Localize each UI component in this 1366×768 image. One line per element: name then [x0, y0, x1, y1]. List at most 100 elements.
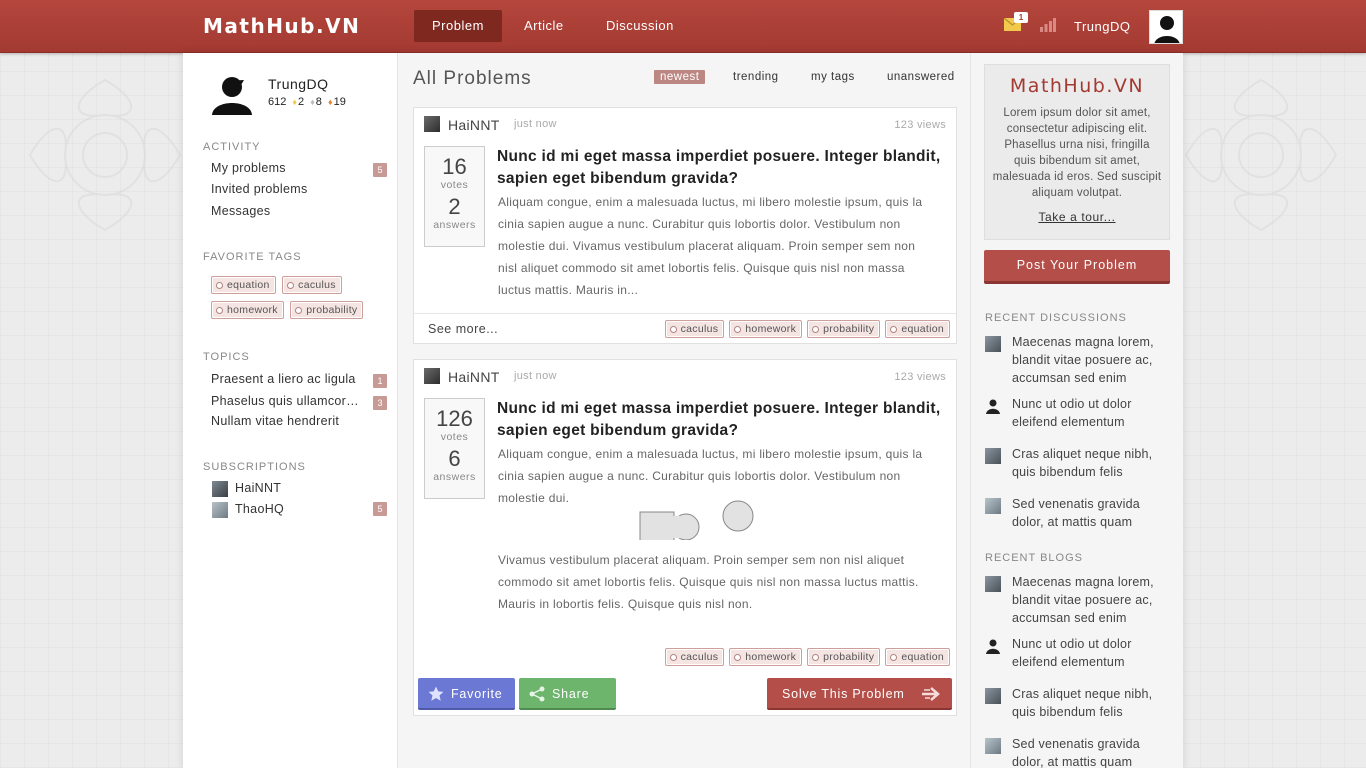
tag-list: caculus homework probability equation — [664, 648, 950, 666]
topic-item[interactable]: Praesent a liero ac ligula — [211, 372, 361, 386]
view-count: 123 views — [894, 371, 946, 383]
gold-badge-icon: ♦ — [292, 97, 298, 107]
activity-title: ACTIVITY — [203, 141, 261, 153]
filter-newest[interactable]: newest — [654, 70, 706, 84]
activity-messages[interactable]: Messages — [211, 204, 361, 218]
favorite-tags-title: FAVORITE TAGS — [203, 251, 302, 263]
problem-title[interactable]: Nunc id mi eget massa imperdiet posuere.… — [497, 146, 942, 190]
profile-name[interactable]: TrungDQ — [268, 76, 329, 92]
author-name[interactable]: HaiNNT — [448, 369, 500, 385]
tag-equation[interactable]: equation — [885, 320, 950, 338]
topic-item[interactable]: Phaselus quis ullamcorper — [211, 394, 361, 408]
tag-homework[interactable]: homework — [211, 301, 284, 319]
tag-label: probability — [306, 304, 358, 316]
profile-avatar[interactable] — [210, 71, 254, 115]
tag-dot-icon — [890, 654, 898, 661]
discussion-link[interactable]: Sed venenatis gravida dolor, at mattis q… — [1012, 495, 1172, 531]
user-avatar[interactable] — [1149, 10, 1183, 44]
vote-box: 126 votes 6 answers — [424, 398, 485, 499]
thumbnail — [985, 498, 1001, 514]
problem-excerpt-continued: Vivamus vestibulum placerat aliquam. Pro… — [498, 553, 919, 611]
subscription-avatar[interactable] — [212, 502, 228, 518]
problem-feed: All Problems newest trending my tags una… — [398, 53, 971, 768]
problem-card: HaiNNT just now 123 views 16 votes 2 ans… — [413, 107, 957, 344]
current-user-name[interactable]: TrungDQ — [1074, 19, 1130, 34]
subscription-hainnt[interactable]: HaiNNT — [235, 481, 281, 495]
tag-label: equation — [901, 323, 944, 335]
topic-item[interactable]: Nullam vitae hendrerit — [211, 414, 361, 428]
promo-box: MathHub.VN Lorem ipsum dolor sit amet, c… — [984, 64, 1170, 240]
top-navbar: MathHub.VN Problem Article Discussion 1 … — [0, 0, 1366, 53]
tag-dot-icon — [812, 326, 820, 333]
right-sidebar: MathHub.VN Lorem ipsum dolor sit amet, c… — [971, 53, 1183, 768]
author-avatar[interactable] — [424, 116, 440, 132]
subscription-thaohq[interactable]: ThaoHQ — [235, 502, 284, 516]
topics-title: TOPICS — [203, 351, 250, 363]
share-label: Share — [552, 687, 590, 701]
count-badge: 5 — [373, 163, 387, 177]
stats-icon[interactable] — [1040, 18, 1056, 32]
author-name[interactable]: HaiNNT — [448, 117, 500, 133]
tag-caculus[interactable]: caculus — [664, 320, 725, 338]
tag-caculus[interactable]: caculus — [664, 648, 725, 666]
thumbnail — [985, 336, 1001, 352]
problem-title[interactable]: Nunc id mi eget massa imperdiet posuere.… — [497, 398, 942, 442]
author-avatar[interactable] — [424, 368, 440, 384]
site-logo[interactable]: MathHub.VN — [203, 14, 360, 38]
nav-tab-article[interactable]: Article — [506, 10, 582, 42]
see-more-link[interactable]: See more... — [428, 322, 498, 336]
tag-label: probability — [823, 323, 875, 335]
discussion-link[interactable]: Cras aliquet neque nibh, quis bibendum f… — [1012, 445, 1172, 481]
tag-probability[interactable]: probability — [290, 301, 364, 319]
tag-homework[interactable]: homework — [729, 320, 803, 338]
filter-unanswered[interactable]: unanswered — [881, 70, 961, 84]
discussion-link[interactable]: Maecenas magna lorem, blandit vitae posu… — [1012, 333, 1172, 387]
reputation: 612 — [268, 96, 287, 108]
blog-link[interactable]: Cras aliquet neque nibh, quis bibendum f… — [1012, 685, 1172, 721]
blog-link[interactable]: Nunc ut odio ut dolor eleifend elementum — [1012, 635, 1172, 671]
solve-problem-button[interactable]: Solve This Problem — [767, 678, 952, 710]
nav-tab-discussion[interactable]: Discussion — [588, 10, 692, 42]
tag-caculus[interactable]: caculus — [282, 276, 342, 294]
solve-label: Solve This Problem — [782, 687, 905, 701]
activity-my-problems[interactable]: My problems — [211, 161, 361, 175]
tag-dot-icon — [287, 282, 295, 289]
thumbnail — [985, 448, 1001, 464]
tag-homework[interactable]: homework — [729, 648, 803, 666]
tag-label: equation — [901, 651, 944, 663]
favorite-button[interactable]: Favorite — [418, 678, 515, 710]
recent-blogs-title: RECENT BLOGS — [985, 552, 1083, 564]
tag-equation[interactable]: equation — [211, 276, 276, 294]
ornament-decoration — [1184, 78, 1338, 232]
filter-my-tags[interactable]: my tags — [805, 70, 861, 84]
tag-equation[interactable]: equation — [885, 648, 950, 666]
promo-text: Lorem ipsum dolor sit amet, consectetur … — [992, 107, 1162, 199]
discussion-link[interactable]: Nunc ut odio ut dolor eleifend elementum — [1012, 395, 1172, 431]
problem-card: HaiNNT just now 123 views 126 votes 6 an… — [413, 359, 957, 716]
nav-tab-problem[interactable]: Problem — [414, 10, 502, 42]
activity-invited-problems[interactable]: Invited problems — [211, 182, 361, 196]
thumbnail — [985, 688, 1001, 704]
tag-label: caculus — [680, 323, 719, 335]
share-button[interactable]: Share — [519, 678, 616, 710]
tag-dot-icon — [890, 326, 898, 333]
tag-probability[interactable]: probability — [807, 320, 881, 338]
share-icon — [529, 686, 545, 702]
view-count: 123 views — [894, 119, 946, 131]
gold-count: 2 — [298, 96, 305, 108]
subscription-avatar[interactable] — [212, 481, 228, 497]
filter-trending[interactable]: trending — [727, 70, 785, 84]
tag-probability[interactable]: probability — [807, 648, 881, 666]
take-tour-link[interactable]: Take a tour... — [1038, 210, 1115, 224]
silver-count: 8 — [315, 96, 322, 108]
tag-list: caculus homework probability equation — [664, 320, 950, 338]
recent-discussions-title: RECENT DISCUSSIONS — [985, 312, 1127, 324]
post-problem-button[interactable]: Post Your Problem — [984, 250, 1170, 284]
blog-link[interactable]: Sed venenatis gravida dolor, at mattis q… — [1012, 735, 1172, 768]
page-title: All Problems — [413, 68, 532, 89]
blog-link[interactable]: Maecenas magna lorem, blandit vitae posu… — [1012, 573, 1172, 627]
ornament-decoration — [28, 78, 182, 232]
answer-count: 2 — [448, 194, 461, 219]
favorite-label: Favorite — [451, 687, 503, 701]
profile-stats: 612 ♦2 ♦8 ♦19 — [268, 96, 346, 108]
